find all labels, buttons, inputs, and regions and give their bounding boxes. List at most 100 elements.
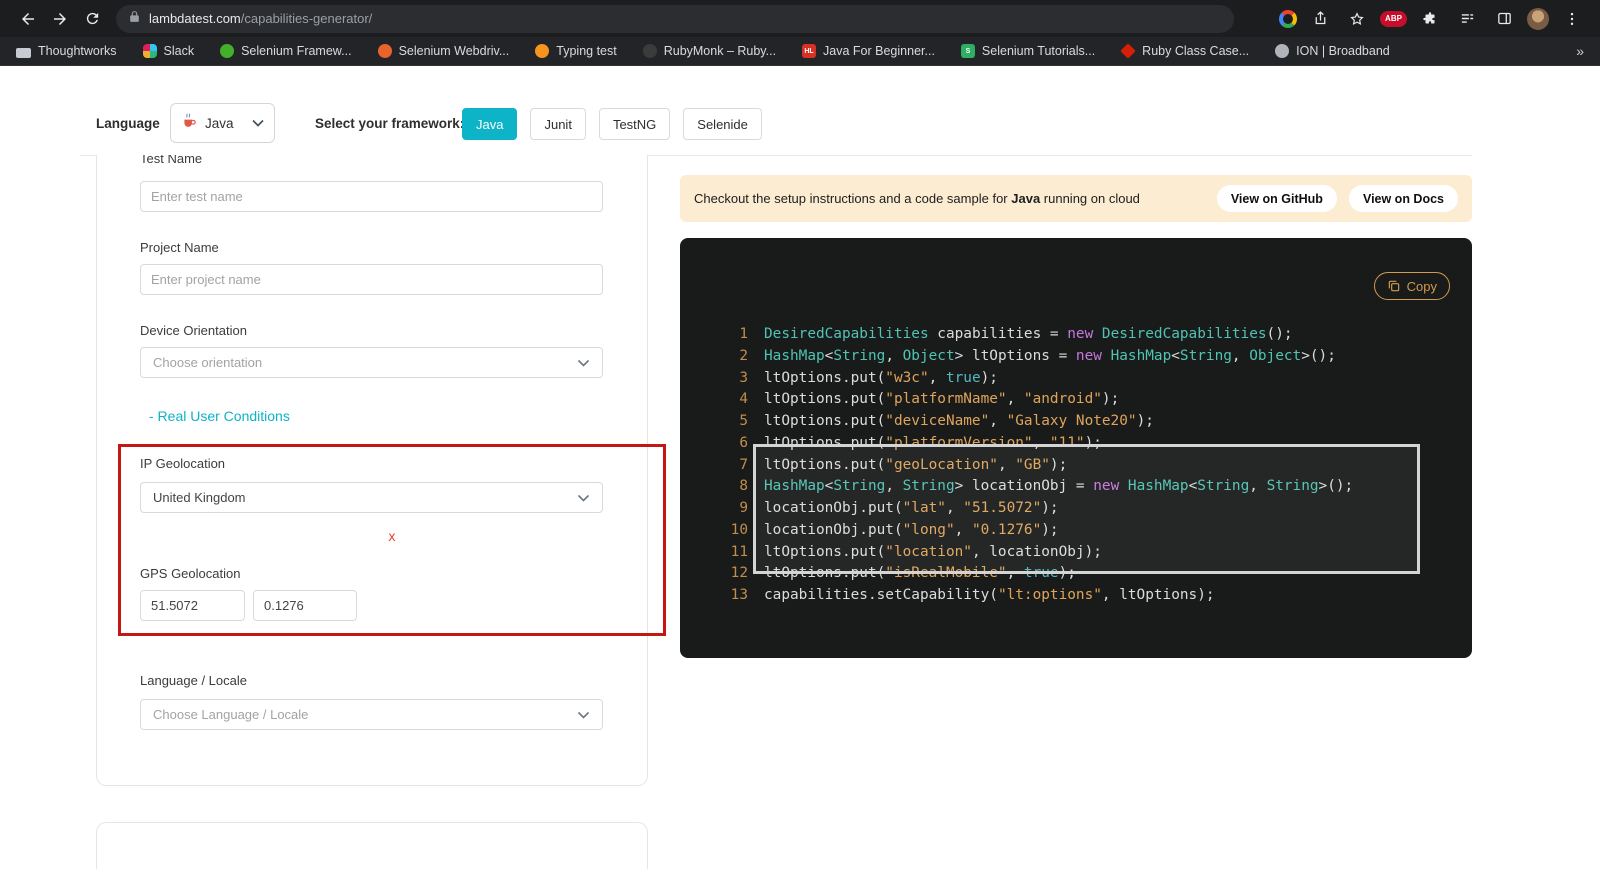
bookmark-item[interactable]: Selenium Framew... (220, 44, 352, 58)
bookmark-item[interactable]: ION | Broadband (1275, 44, 1390, 58)
chevron-down-icon (577, 359, 590, 367)
code-line: 9 locationObj.put("lat", "51.5072"); (680, 498, 1472, 520)
extensions-puzzle-icon[interactable] (1416, 5, 1444, 33)
code-line: 10 locationObj.put("long", "0.1276"); (680, 520, 1472, 542)
code-line: 4 ltOptions.put("platformName", "android"… (680, 389, 1472, 411)
line-number: 9 (739, 500, 748, 516)
line-number: 13 (730, 587, 748, 603)
folder-icon (16, 47, 31, 58)
typing-test-icon (535, 44, 550, 58)
ion-broadband-icon (1275, 44, 1290, 58)
code-text: ltOptions.put("deviceName", "Galaxy Note… (764, 413, 1154, 429)
device-orientation-label: Device Orientation (140, 323, 247, 338)
view-on-github-button[interactable]: View on GitHub (1216, 185, 1337, 212)
page-content: Language Java Select your framework: Jav… (0, 66, 1600, 869)
bookmark-star-icon[interactable] (1343, 5, 1371, 33)
device-orientation-select[interactable]: Choose orientation (140, 347, 603, 378)
address-bar[interactable]: lambdatest.com/capabilities-generator/ (116, 4, 1234, 33)
code-text: ltOptions.put("geoLocation", "GB"); (764, 456, 1068, 473)
gps-latitude-input[interactable] (140, 590, 245, 621)
code-text: HashMap<String, Object> ltOptions = new … (764, 347, 1336, 364)
language-locale-value: Choose Language / Locale (153, 707, 309, 722)
selenium-tutorials-icon: S (960, 44, 975, 58)
code-line: 8 HashMap<String, String> locationObj = n… (680, 476, 1472, 498)
forward-icon[interactable] (46, 5, 74, 33)
chevron-down-icon (577, 494, 590, 502)
reload-icon[interactable] (78, 5, 106, 33)
code-line: 5 ltOptions.put("deviceName", "Galaxy Not… (680, 411, 1472, 433)
view-on-docs-button[interactable]: View on Docs (1348, 185, 1458, 212)
lock-icon (128, 10, 141, 28)
code-text: ltOptions.put("isRealMobile", true); (764, 565, 1076, 582)
gps-longitude-input[interactable] (253, 590, 357, 621)
project-name-input[interactable] (140, 264, 603, 295)
adblock-plus-icon[interactable]: ABP (1380, 10, 1407, 27)
capabilities-form-card: Test Name Project Name Device Orientatio… (96, 155, 648, 786)
annotation-x-marker: x (388, 530, 396, 545)
bookmark-item[interactable]: Thoughtworks (16, 44, 117, 58)
ip-geolocation-value: United Kingdom (153, 490, 246, 505)
banner-text: Checkout the setup instructions and a co… (694, 191, 1140, 206)
back-icon[interactable] (14, 5, 42, 33)
code-text: DesiredCapabilities capabilities = new D… (764, 326, 1293, 342)
bookmark-item[interactable]: HL Java For Beginner... (802, 44, 935, 58)
google-extension-icon[interactable] (1279, 9, 1297, 28)
language-locale-label: Language / Locale (140, 673, 247, 688)
code-line: 12 ltOptions.put("isRealMobile", true); (680, 563, 1472, 585)
bookmark-item[interactable]: Typing test (535, 44, 617, 58)
bookmark-item[interactable]: S Selenium Tutorials... (960, 44, 1095, 58)
gps-geolocation-label: GPS Geolocation (140, 566, 241, 581)
code-text: ltOptions.put("platformVersion", "11"); (764, 434, 1102, 451)
language-locale-select[interactable]: Choose Language / Locale (140, 699, 603, 730)
bookmarks-bar: Thoughtworks Slack Selenium Framew... Selen… (0, 37, 1600, 66)
test-name-input[interactable] (140, 181, 603, 212)
framework-button-testng[interactable]: TestNG (598, 108, 671, 140)
line-number: 4 (739, 391, 748, 408)
side-panel-icon[interactable] (1490, 5, 1518, 33)
next-section-card (96, 822, 648, 869)
bookmark-label: Thoughtworks (38, 44, 117, 58)
code-lines: 1 DesiredCapabilities capabilities = new … (680, 324, 1472, 607)
java-beginners-icon: HL (802, 44, 817, 58)
bookmark-item[interactable]: Ruby Class Case... (1120, 43, 1250, 59)
code-text: locationObj.put("long", "0.1276"); (764, 521, 1059, 538)
selenium-icon (220, 44, 235, 58)
test-name-label: Test Name (140, 155, 203, 166)
reading-list-icon[interactable] (1453, 5, 1481, 33)
framework-button-group: Java Junit TestNG Selenide (462, 108, 762, 140)
copy-button[interactable]: Copy (1373, 272, 1450, 300)
language-dropdown[interactable]: Java (170, 103, 275, 143)
share-icon[interactable] (1306, 5, 1334, 33)
ip-geolocation-select[interactable]: United Kingdom (140, 482, 603, 513)
bookmark-label: Java For Beginner... (823, 44, 935, 58)
bookmark-label: Ruby Class Case... (1142, 44, 1250, 58)
line-number: 1 (739, 326, 748, 342)
line-number: 6 (739, 434, 748, 451)
copy-label: Copy (1406, 278, 1437, 294)
code-text: locationObj.put("lat", "51.5072"); (764, 500, 1059, 516)
chevron-down-icon (252, 119, 264, 127)
framework-button-java[interactable]: Java (462, 108, 518, 140)
bookmark-item[interactable]: Slack (142, 44, 194, 58)
rubymonk-icon (642, 44, 657, 58)
code-panel: Copy 1 DesiredCapabilities capabilities =… (680, 238, 1472, 658)
bookmarks-overflow-chevron[interactable]: » (1576, 43, 1584, 59)
line-number: 7 (739, 456, 748, 473)
profile-avatar[interactable] (1527, 7, 1549, 30)
code-line: 13 capabilities.setCapability("lt:options… (680, 585, 1472, 607)
code-text: capabilities.setCapability("lt:options",… (764, 587, 1215, 603)
project-name-label: Project Name (140, 240, 219, 255)
menu-dots-icon[interactable] (1558, 5, 1586, 33)
bookmark-item[interactable]: Selenium Webdriv... (377, 44, 509, 58)
bookmark-item[interactable]: RubyMonk – Ruby... (642, 44, 776, 58)
code-text: ltOptions.put("platformName", "android")… (764, 391, 1120, 408)
framework-button-selenide[interactable]: Selenide (683, 108, 762, 140)
code-line: 3 ltOptions.put("w3c", true); (680, 368, 1472, 390)
url-path: /capabilities-generator/ (240, 11, 373, 26)
java-icon (181, 112, 198, 134)
browser-window: lambdatest.com/capabilities-generator/ A… (0, 0, 1600, 869)
real-user-conditions-link[interactable]: - Real User Conditions (149, 408, 290, 424)
bookmark-label: ION | Broadband (1296, 44, 1390, 58)
code-text: ltOptions.put("location", locationObj); (764, 543, 1102, 560)
framework-button-junit[interactable]: Junit (530, 108, 586, 140)
